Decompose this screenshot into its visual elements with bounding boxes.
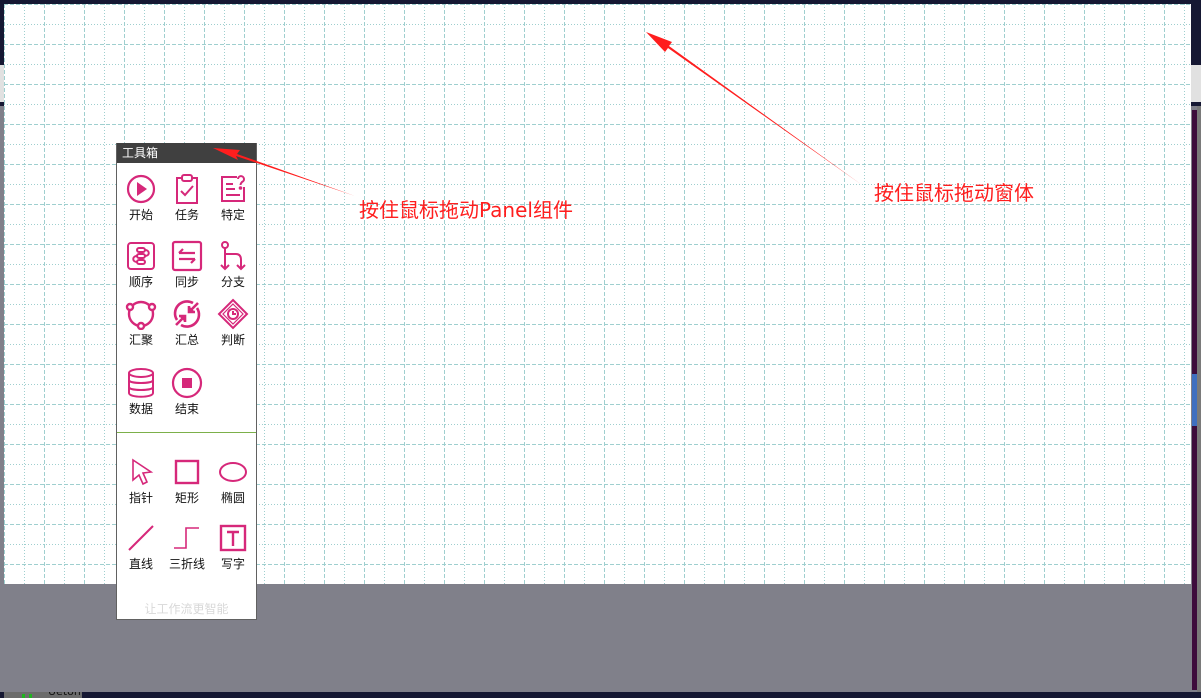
branch-icon	[220, 241, 246, 271]
annotation-drag-window: 按住鼠标拖动窗体	[874, 181, 1034, 205]
polyline-icon	[174, 527, 199, 549]
tool-pointer[interactable]: 指针	[118, 456, 164, 505]
sync-arrows-icon	[171, 240, 203, 272]
tool-ellipse[interactable]: 椭圆	[210, 456, 256, 505]
toolbox-title[interactable]: 工具箱	[117, 143, 256, 163]
tool-label: 椭圆	[220, 491, 245, 505]
toolbox-footer: 让工作流更智能	[144, 602, 229, 616]
bottom-tab-label: Ueton	[48, 692, 81, 698]
tool-label: 三折线	[168, 557, 205, 571]
sequence-icon	[127, 242, 155, 270]
tool-branch[interactable]: 分支	[210, 240, 256, 289]
tool-label: 任务	[174, 208, 199, 222]
status-indicator-icon	[22, 694, 32, 698]
tool-end[interactable]: 结束	[164, 367, 210, 416]
bottom-tab[interactable]: Ueton	[4, 692, 82, 698]
tool-start[interactable]: 开始	[118, 173, 164, 222]
clipboard-check-icon	[176, 174, 198, 204]
tool-label: 顺序	[128, 275, 153, 289]
tool-label: 同步	[174, 275, 199, 289]
ellipse-icon	[219, 462, 247, 482]
annotation-drag-panel: 按住鼠标拖动Panel组件	[359, 198, 573, 222]
tool-label: 汇总	[174, 333, 199, 347]
merge-arrows-icon	[173, 300, 201, 328]
pointer-icon	[132, 458, 154, 486]
tool-converge[interactable]: 汇聚	[118, 298, 164, 347]
app-window: CSFramework.WorkFlow 可视化工作流引擎让企业流程更智能! v…	[0, 0, 1201, 698]
bottom-bar	[0, 692, 1201, 698]
tool-task[interactable]: 任务	[164, 173, 210, 222]
tool-sync[interactable]: 同步	[164, 240, 210, 289]
tool-label: 特定	[220, 208, 245, 222]
tool-sequence[interactable]: 顺序	[118, 240, 164, 289]
text-icon	[219, 524, 247, 552]
line-icon	[128, 525, 154, 551]
tool-data[interactable]: 数据	[118, 367, 164, 416]
toolbox-panel[interactable]: 工具箱 开始 任务 特定 顺序 同步 分支 汇聚 汇总 判断 数据 结束 指针 …	[116, 143, 257, 620]
tool-label: 开始	[128, 208, 153, 222]
tool-rectangle[interactable]: 矩形	[164, 456, 210, 505]
tool-line[interactable]: 直线	[118, 522, 164, 571]
tool-label: 指针	[128, 491, 153, 505]
tool-decision[interactable]: 判断	[210, 298, 256, 347]
tool-polyline[interactable]: 三折线	[164, 522, 210, 571]
database-icon	[128, 368, 154, 398]
tool-label: 结束	[174, 402, 199, 416]
tool-label: 写字	[220, 557, 245, 571]
tool-label: 汇聚	[128, 333, 153, 347]
converge-icon	[125, 300, 157, 330]
decision-diamond-icon	[217, 298, 249, 330]
window-right-edge	[1197, 106, 1201, 692]
rectangle-icon	[174, 459, 200, 485]
tool-label: 数据	[128, 402, 153, 416]
tool-label: 分支	[220, 275, 245, 289]
document-question-icon	[221, 175, 245, 202]
toolbox-divider	[117, 432, 256, 433]
tool-merge[interactable]: 汇总	[164, 298, 210, 347]
tool-label: 判断	[220, 333, 245, 347]
tool-label: 直线	[128, 557, 153, 571]
tool-text[interactable]: 写字	[210, 522, 256, 571]
stop-circle-icon	[171, 367, 203, 399]
tool-specific[interactable]: 特定	[210, 173, 256, 222]
play-circle-icon	[126, 174, 156, 204]
tool-label: 矩形	[174, 491, 199, 505]
